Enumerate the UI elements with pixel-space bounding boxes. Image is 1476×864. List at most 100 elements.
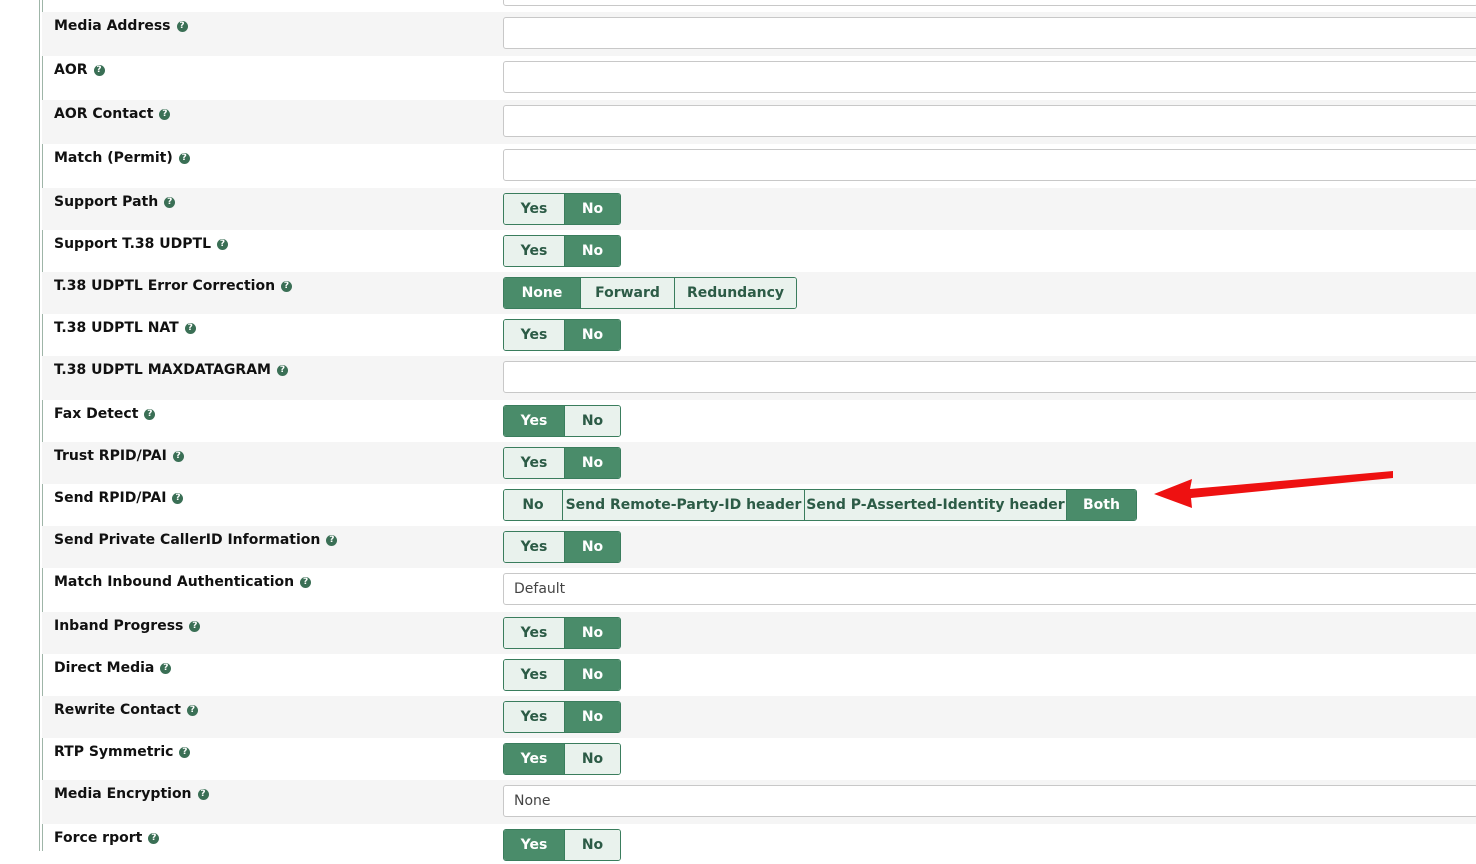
aor-input[interactable] xyxy=(503,61,1476,93)
field-label-text: Media Address xyxy=(54,18,171,34)
previous-field-input[interactable] xyxy=(503,0,1476,6)
question-circle-icon[interactable]: ? xyxy=(159,108,171,120)
send-rpid-pai-option-no-button[interactable]: No xyxy=(504,490,562,520)
field-label-text: Support T.38 UDPTL xyxy=(54,236,212,252)
question-circle-icon[interactable]: ? xyxy=(189,620,201,632)
question-circle-icon[interactable]: ? xyxy=(179,746,191,758)
form-row-match-inbound-authentication: Match Inbound Authentication? Default xyxy=(42,568,1476,612)
send-private-callerid-information-option-no-button[interactable]: No xyxy=(564,532,620,562)
rewrite-contact-button-group: Yes No xyxy=(503,701,621,733)
t-38-udptl-error-correction-option-forward-button[interactable]: Forward xyxy=(580,278,674,308)
inband-progress-label: Inband Progress? xyxy=(54,618,201,634)
rtp-symmetric-label: RTP Symmetric? xyxy=(54,744,191,760)
t-38-udptl-error-correction-label: T.38 UDPTL Error Correction? xyxy=(54,278,293,294)
form-row-rtp-symmetric: RTP Symmetric? Yes No xyxy=(42,738,1476,780)
field-label-text: Send Private CallerID Information xyxy=(54,532,321,548)
send-rpid-pai-option-send-p-asserted-identity-header-button[interactable]: Send P-Asserted-Identity header xyxy=(804,490,1066,520)
send-private-callerid-information-option-yes-button[interactable]: Yes xyxy=(504,532,564,562)
inband-progress-option-yes-button[interactable]: Yes xyxy=(504,618,564,648)
force-rport-option-no-button[interactable]: No xyxy=(564,830,620,860)
t-38-udptl-nat-option-no-button[interactable]: No xyxy=(564,320,620,350)
form-row-media-address: Media Address? xyxy=(42,12,1476,56)
aor-contact-label: AOR Contact? xyxy=(54,106,171,122)
form-row-match-permit: Match (Permit)? xyxy=(42,144,1476,188)
t-38-udptl-error-correction-button-group: None Forward Redundancy xyxy=(503,277,797,309)
question-circle-icon[interactable]: ? xyxy=(281,280,293,292)
question-circle-icon[interactable]: ? xyxy=(93,64,105,76)
field-label-text: Media Encryption xyxy=(54,786,192,802)
trust-rpid-pai-label: Trust RPID/PAI? xyxy=(54,448,184,464)
question-circle-icon[interactable]: ? xyxy=(148,832,160,844)
rtp-symmetric-option-no-button[interactable]: No xyxy=(564,744,620,774)
trust-rpid-pai-option-no-button[interactable]: No xyxy=(564,448,620,478)
field-label-text: T.38 UDPTL NAT xyxy=(54,320,179,336)
match-permit-label: Match (Permit)? xyxy=(54,150,190,166)
question-circle-icon[interactable]: ? xyxy=(326,534,338,546)
fax-detect-option-no-button[interactable]: No xyxy=(564,406,620,436)
direct-media-option-no-button[interactable]: No xyxy=(564,660,620,690)
question-circle-icon[interactable]: ? xyxy=(172,492,184,504)
question-circle-icon[interactable]: ? xyxy=(300,576,312,588)
support-t-38-udptl-label: Support T.38 UDPTL? xyxy=(54,236,229,252)
t-38-udptl-error-correction-option-none-button[interactable]: None xyxy=(504,278,580,308)
send-private-callerid-information-button-group: Yes No xyxy=(503,531,621,563)
support-path-label: Support Path? xyxy=(54,194,176,210)
form-row-t-38-udptl-nat: T.38 UDPTL NAT? Yes No xyxy=(42,314,1476,356)
aor-contact-input[interactable] xyxy=(503,105,1476,137)
t-38-udptl-maxdatagram-input[interactable] xyxy=(503,361,1476,393)
question-circle-icon[interactable]: ? xyxy=(186,704,198,716)
force-rport-option-yes-button[interactable]: Yes xyxy=(504,830,564,860)
direct-media-button-group: Yes No xyxy=(503,659,621,691)
rtp-symmetric-option-yes-button[interactable]: Yes xyxy=(504,744,564,774)
aor-label: AOR? xyxy=(54,62,105,78)
rewrite-contact-option-yes-button[interactable]: Yes xyxy=(504,702,564,732)
field-label-text: Match Inbound Authentication xyxy=(54,574,295,590)
fax-detect-button-group: Yes No xyxy=(503,405,621,437)
field-label-text: Support Path xyxy=(54,194,159,210)
match-permit-input[interactable] xyxy=(503,149,1476,181)
question-circle-icon[interactable]: ? xyxy=(164,196,176,208)
t-38-udptl-error-correction-option-redundancy-button[interactable]: Redundancy xyxy=(674,278,796,308)
field-label-text: Rewrite Contact xyxy=(54,702,181,718)
support-t-38-udptl-option-yes-button[interactable]: Yes xyxy=(504,236,564,266)
form-row-aor-contact: AOR Contact? xyxy=(42,100,1476,144)
t-38-udptl-maxdatagram-label: T.38 UDPTL MAXDATAGRAM? xyxy=(54,362,288,378)
question-circle-icon[interactable]: ? xyxy=(178,152,190,164)
trust-rpid-pai-button-group: Yes No xyxy=(503,447,621,479)
send-rpid-pai-option-send-remote-party-id-header-button[interactable]: Send Remote-Party-ID header xyxy=(562,490,804,520)
send-private-callerid-information-label: Send Private CallerID Information? xyxy=(54,532,338,548)
send-rpid-pai-option-both-button[interactable]: Both xyxy=(1066,490,1136,520)
trust-rpid-pai-option-yes-button[interactable]: Yes xyxy=(504,448,564,478)
field-label-text: T.38 UDPTL Error Correction xyxy=(54,278,276,294)
support-t-38-udptl-option-no-button[interactable]: No xyxy=(564,236,620,266)
field-label-text: T.38 UDPTL MAXDATAGRAM xyxy=(54,362,271,378)
t-38-udptl-nat-button-group: Yes No xyxy=(503,319,621,351)
inband-progress-option-no-button[interactable]: No xyxy=(564,618,620,648)
media-address-input[interactable] xyxy=(503,17,1476,49)
question-circle-icon[interactable]: ? xyxy=(172,450,184,462)
match-inbound-authentication-select[interactable]: Default xyxy=(503,573,1476,605)
field-label-text: AOR Contact xyxy=(54,106,154,122)
form-row-rewrite-contact: Rewrite Contact? Yes No xyxy=(42,696,1476,738)
field-label-text: Inband Progress xyxy=(54,618,184,634)
form-row-fax-detect: Fax Detect? Yes No xyxy=(42,400,1476,442)
question-circle-icon[interactable]: ? xyxy=(217,238,229,250)
media-address-label: Media Address? xyxy=(54,18,188,34)
question-circle-icon[interactable]: ? xyxy=(160,662,172,674)
form-row-send-private-callerid-information: Send Private CallerID Information? Yes No xyxy=(42,526,1476,568)
question-circle-icon[interactable]: ? xyxy=(276,364,288,376)
match-inbound-authentication-label: Match Inbound Authentication? xyxy=(54,574,312,590)
support-path-option-no-button[interactable]: No xyxy=(564,194,620,224)
t-38-udptl-nat-option-yes-button[interactable]: Yes xyxy=(504,320,564,350)
field-label-text: RTP Symmetric xyxy=(54,744,174,760)
send-rpid-pai-label: Send RPID/PAI? xyxy=(54,490,184,506)
support-path-option-yes-button[interactable]: Yes xyxy=(504,194,564,224)
fax-detect-option-yes-button[interactable]: Yes xyxy=(504,406,564,436)
question-circle-icon[interactable]: ? xyxy=(197,788,209,800)
media-encryption-select[interactable]: None xyxy=(503,785,1476,817)
question-circle-icon[interactable]: ? xyxy=(176,20,188,32)
question-circle-icon[interactable]: ? xyxy=(184,322,196,334)
rewrite-contact-option-no-button[interactable]: No xyxy=(564,702,620,732)
direct-media-option-yes-button[interactable]: Yes xyxy=(504,660,564,690)
question-circle-icon[interactable]: ? xyxy=(144,408,156,420)
